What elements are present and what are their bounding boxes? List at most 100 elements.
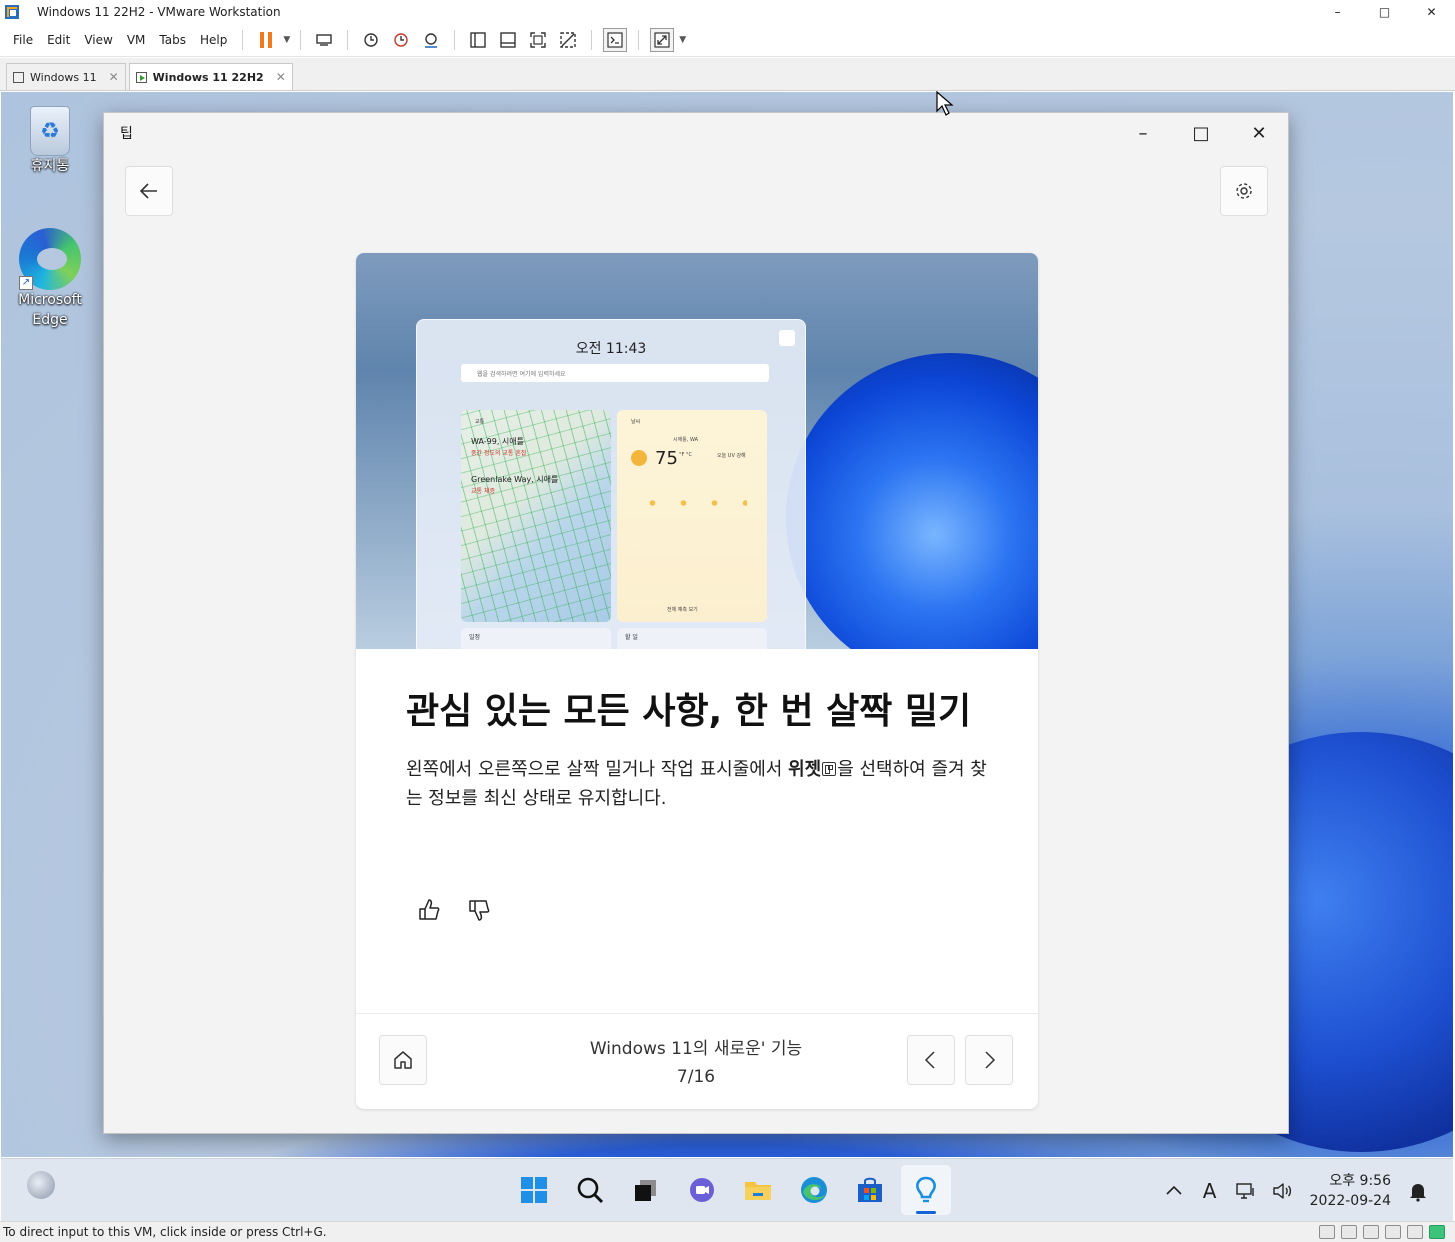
edge-taskbar-button[interactable]	[789, 1165, 839, 1215]
chat-button[interactable]	[677, 1165, 727, 1215]
vmware-minimize-button[interactable]: –	[1314, 0, 1361, 24]
show-library-button[interactable]	[466, 28, 490, 52]
menu-tabs[interactable]: Tabs	[152, 33, 193, 47]
tip-hero-image: 오전 11:43 웹을 검색하려면 여기에 입력하세요 교통 WA-99, 시애…	[356, 253, 1038, 649]
tab-windows-11[interactable]: Windows 11 ✕	[6, 63, 126, 90]
snapshot-button[interactable]	[359, 28, 383, 52]
chat-icon	[690, 1178, 714, 1202]
send-ctrl-alt-del-button[interactable]	[312, 28, 336, 52]
tips-close-button[interactable]: ✕	[1230, 113, 1288, 153]
snapshot-manager-icon	[425, 33, 438, 48]
sound-card-icon[interactable]	[1407, 1225, 1423, 1239]
guest-desktop[interactable]: ♻ 휴지통 ↗ Microsoft Edge 팁 – □ ✕ 오전 11:43	[1, 92, 1453, 1157]
menu-vm[interactable]: VM	[120, 33, 153, 47]
network-icon[interactable]	[1228, 1173, 1264, 1209]
tips-maximize-button[interactable]: □	[1172, 113, 1230, 153]
traffic-road-2: Greenlake Way, 시애틀	[471, 475, 559, 484]
tip-heading: 관심 있는 모든 사항, 한 번 살짝 밀기	[406, 691, 972, 732]
tip-body: 왼쪽에서 오른쪽으로 살짝 밀거나 작업 표시줄에서 위젯 을 선택하여 즐겨 찾…	[406, 755, 996, 813]
back-button[interactable]	[125, 166, 173, 216]
menu-file[interactable]: File	[6, 33, 40, 47]
thumbs-up-button[interactable]	[416, 893, 444, 927]
tips-window: 팁 – □ ✕ 오전 11:43 웹을 검색하려면 여기에 입력하세요 교통 W…	[103, 112, 1289, 1134]
toolbar-separator	[242, 30, 244, 50]
thumbnail-bar-button[interactable]	[496, 28, 520, 52]
stretch-dropdown-icon[interactable]: ▼	[679, 35, 686, 45]
menu-edit[interactable]: Edit	[40, 33, 77, 47]
vmware-tabbar: Windows 11 ✕ Windows 11 22H2 ✕	[0, 58, 1455, 91]
status-message: To direct input to this VM, click inside…	[3, 1225, 327, 1239]
printer-icon[interactable]	[1385, 1225, 1401, 1239]
weather-uv: 오늘 UV 강해	[717, 453, 746, 459]
pause-dropdown-icon[interactable]: ▼	[283, 35, 290, 45]
network-icon-glyph	[1235, 1182, 1254, 1199]
volume-icon[interactable]	[1264, 1173, 1300, 1209]
back-arrow-icon	[139, 183, 157, 199]
desktop-icon-edge[interactable]: ↗ Microsoft Edge	[10, 228, 90, 330]
message-log-icon[interactable]	[1429, 1225, 1445, 1239]
tips-titlebar[interactable]: 팁 – □ ✕	[104, 113, 1288, 153]
toolbar-separator	[591, 30, 593, 50]
vmware-close-button[interactable]: ✕	[1408, 0, 1455, 24]
menu-help[interactable]: Help	[193, 33, 234, 47]
task-view-button[interactable]	[621, 1165, 671, 1215]
snapshot-icon	[364, 33, 378, 47]
toolbar-separator	[638, 30, 640, 50]
hero-traffic-widget: 교통 WA-99, 시애틀 중간 정도의 교통 혼잡 Greenlake Way…	[461, 410, 611, 622]
page-indicator: 7/16	[676, 1067, 716, 1087]
revert-snapshot-button[interactable]	[389, 28, 413, 52]
vmware-maximize-button[interactable]: □	[1361, 0, 1408, 24]
search-button[interactable]	[565, 1165, 615, 1215]
settings-button[interactable]	[1220, 166, 1268, 216]
menu-view[interactable]: View	[77, 33, 119, 47]
file-explorer-icon	[745, 1182, 771, 1200]
weather-widget-icon[interactable]	[27, 1171, 55, 1199]
vmware-titlebar: Windows 11 22H2 - VMware Workstation – □…	[0, 0, 1455, 24]
guest-taskbar: A 오후 9:56 2022-09-24	[1, 1158, 1453, 1221]
stretch-icon	[654, 32, 670, 48]
stretch-guest-button[interactable]	[650, 28, 675, 52]
hero-calendar-widget: 일정	[461, 628, 611, 649]
collection-title: Windows 11의 새로운' 기능	[589, 1039, 803, 1059]
thumbs-up-icon	[419, 899, 440, 920]
revert-snapshot-icon	[394, 33, 408, 47]
desktop-icon-recycle-bin[interactable]: ♻ 휴지통	[10, 106, 90, 176]
store-button[interactable]	[845, 1165, 895, 1215]
tab-close-icon[interactable]: ✕	[276, 70, 286, 84]
hero-avatar	[779, 330, 795, 346]
tab-close-icon[interactable]: ✕	[109, 70, 119, 84]
show-hidden-icons-button[interactable]	[1156, 1173, 1192, 1209]
sun-icon	[631, 450, 647, 466]
weather-location: 시애틀, WA	[673, 437, 699, 443]
tips-taskbar-button[interactable]	[901, 1165, 951, 1215]
thumbs-down-button[interactable]	[466, 893, 494, 927]
notification-center-button[interactable]	[1403, 1176, 1433, 1206]
network-adapter-icon[interactable]	[1363, 1225, 1379, 1239]
vmware-window-controls: – □ ✕	[1314, 0, 1455, 24]
unity-icon	[560, 32, 576, 48]
tips-minimize-button[interactable]: –	[1114, 113, 1172, 153]
file-explorer-button[interactable]	[733, 1165, 783, 1215]
clock-time: 오후 9:56	[1329, 1172, 1391, 1189]
ime-indicator[interactable]: A	[1192, 1173, 1228, 1209]
traffic-road-1-status: 중간 정도의 교통 혼잡	[471, 450, 527, 457]
weather-unit: °F °C	[679, 452, 692, 458]
tips-icon	[916, 1176, 936, 1203]
snapshot-manager-button[interactable]	[419, 28, 443, 52]
hard-disk-icon[interactable]	[1319, 1225, 1335, 1239]
previous-tip-button[interactable]	[907, 1035, 955, 1085]
traffic-widget-label: 교통	[475, 419, 485, 425]
unity-button[interactable]	[556, 28, 580, 52]
traffic-road-2-status: 교통 체증	[471, 488, 495, 495]
next-tip-button[interactable]	[965, 1035, 1013, 1085]
start-button[interactable]	[509, 1165, 559, 1215]
home-button[interactable]	[379, 1035, 427, 1085]
tips-window-title: 팁	[120, 126, 133, 142]
home-icon	[394, 1051, 412, 1069]
console-view-button[interactable]	[603, 28, 628, 52]
tab-windows-11-22h2[interactable]: Windows 11 22H2 ✕	[128, 63, 293, 90]
full-screen-button[interactable]	[526, 28, 550, 52]
cd-drive-icon[interactable]	[1341, 1225, 1357, 1239]
taskbar-clock[interactable]: 오후 9:56 2022-09-24	[1310, 1171, 1391, 1211]
pause-button[interactable]	[254, 28, 278, 52]
